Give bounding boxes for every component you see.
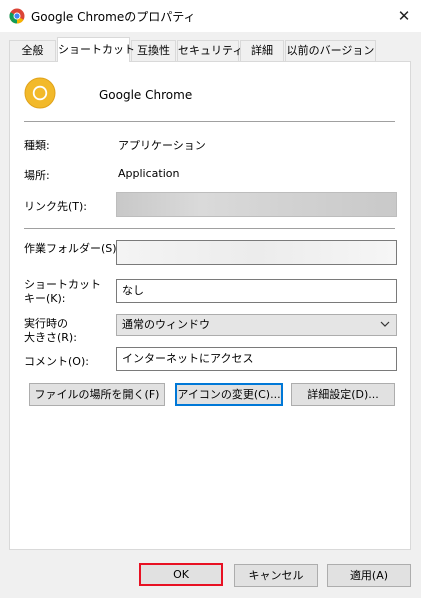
ok-button[interactable]: OK bbox=[139, 563, 223, 586]
comment-input[interactable]: インターネットにアクセス bbox=[116, 347, 397, 371]
shortcut-key-label-line2: キー(K): bbox=[24, 292, 66, 305]
target-input[interactable] bbox=[116, 192, 397, 217]
tab-details[interactable]: 詳細 bbox=[240, 40, 284, 61]
tab-compatibility[interactable]: 互換性 bbox=[131, 40, 176, 61]
cancel-button[interactable]: キャンセル bbox=[234, 564, 318, 587]
window-title: Google Chromeのプロパティ bbox=[31, 10, 196, 24]
separator bbox=[24, 228, 395, 229]
tab-shortcut[interactable]: ショートカット bbox=[57, 37, 135, 62]
type-label: 種類: bbox=[24, 139, 50, 152]
shortcut-key-input[interactable]: なし bbox=[116, 279, 397, 303]
type-value: アプリケーション bbox=[118, 139, 206, 152]
run-label-line2: 大きさ(R): bbox=[24, 331, 77, 344]
chrome-icon bbox=[9, 8, 25, 24]
tab-general[interactable]: 全般 bbox=[9, 40, 56, 61]
comment-label: コメント(O): bbox=[24, 355, 89, 368]
location-value: Application bbox=[118, 167, 180, 180]
run-select[interactable]: 通常のウィンドウ bbox=[116, 314, 397, 336]
advanced-button[interactable]: 詳細設定(D)... bbox=[291, 383, 395, 406]
run-select-value: 通常のウィンドウ bbox=[122, 318, 210, 331]
target-label: リンク先(T): bbox=[24, 200, 88, 213]
chrome-canary-icon bbox=[24, 77, 56, 109]
tab-panel bbox=[9, 61, 411, 550]
apply-button[interactable]: 適用(A) bbox=[327, 564, 411, 587]
change-icon-button[interactable]: アイコンの変更(C)... bbox=[175, 383, 283, 406]
start-in-label: 作業フォルダー(S): bbox=[24, 242, 121, 255]
shortcut-name: Google Chrome bbox=[99, 88, 193, 102]
tab-security[interactable]: セキュリティ bbox=[177, 40, 243, 61]
start-in-input[interactable] bbox=[116, 240, 397, 265]
chevron-down-icon bbox=[380, 321, 390, 327]
tab-previous-versions[interactable]: 以前のバージョン bbox=[285, 40, 376, 61]
location-label: 場所: bbox=[24, 169, 50, 182]
open-file-location-button[interactable]: ファイルの場所を開く(F) bbox=[29, 383, 165, 406]
separator bbox=[24, 121, 395, 122]
close-button[interactable]: ✕ bbox=[392, 4, 416, 28]
